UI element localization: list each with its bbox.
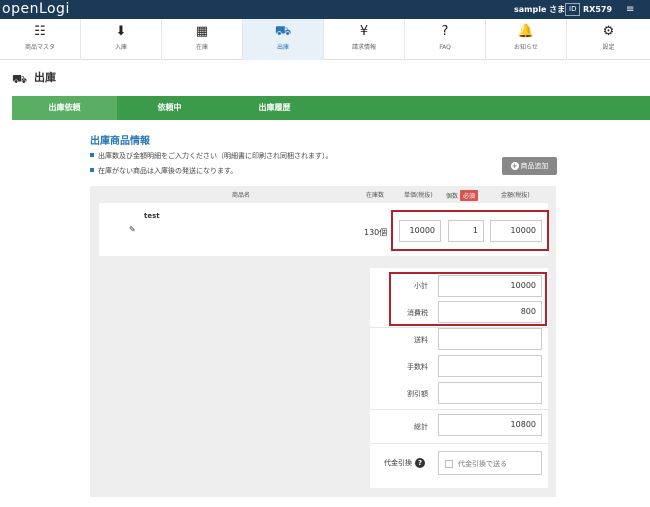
note-text: 在庫がない商品は入庫後の発送になります。 <box>98 167 238 175</box>
total-label: 総計 <box>414 423 428 431</box>
truck-icon: ⛟ <box>274 24 292 39</box>
nav-item-faq[interactable]: ? FAQ <box>405 19 486 60</box>
question-icon: ? <box>441 24 449 39</box>
yen-icon: ¥ <box>359 24 369 39</box>
gear-icon: ⚙ <box>602 24 615 39</box>
bullet-icon <box>90 153 94 157</box>
header-amount: 金額(税抜) <box>501 192 530 199</box>
pencil-icon[interactable]: ✎ <box>129 225 136 234</box>
logo[interactable]: openLogi <box>2 0 70 19</box>
page-title-text: 出庫 <box>34 71 56 84</box>
note-1: 出庫数及び金額明細をご入力ください（明細書に印刷され同梱されます）。 <box>90 151 333 161</box>
outbound-tabs: 出庫依頼 依頼中 出庫履歴 <box>12 96 650 120</box>
nav-label: 商品マスタ <box>24 44 55 51</box>
nav-item-settings[interactable]: ⚙ 設定 <box>567 19 650 60</box>
nav-item-billing[interactable]: ¥ 請求情報 <box>324 19 405 60</box>
cod-checkbox[interactable] <box>445 460 453 468</box>
tab-requesting[interactable]: 依頼中 <box>117 96 222 120</box>
cod-checkbox-label: 代金引換で送る <box>458 460 507 468</box>
inventory-icon: ▦ <box>195 24 209 39</box>
cod-label: 代金引換? <box>384 458 425 468</box>
add-product-label: 商品追加 <box>520 162 549 170</box>
header-unit-price: 単価(税抜) <box>404 192 433 199</box>
discount-label: 割引額 <box>407 390 428 398</box>
cod-label-text: 代金引換 <box>384 459 412 467</box>
add-product-button[interactable]: + 商品追加 <box>502 157 557 175</box>
nav-label: 出庫 <box>276 44 289 51</box>
user-name[interactable]: sample さま <box>514 0 565 19</box>
note-text: 出庫数及び金額明細をご入力ください（明細書に印刷され同梱されます）。 <box>98 152 333 160</box>
total-field[interactable]: 10800 <box>438 414 542 436</box>
highlight-box-row <box>391 210 549 251</box>
nav-item-product-master[interactable]: ☷ 商品マスタ <box>0 19 81 60</box>
tab-outbound-history[interactable]: 出庫履歴 <box>222 96 327 120</box>
divider <box>370 409 548 410</box>
fee-field[interactable] <box>438 355 542 377</box>
nav-item-notices[interactable]: 🔔 お知らせ <box>486 19 567 60</box>
shipping-field[interactable] <box>438 328 542 350</box>
box-in-icon: ⬇ <box>115 24 127 39</box>
nav-label: 在庫 <box>195 44 208 51</box>
note-2: 在庫がない商品は入庫後の発送になります。 <box>90 166 237 176</box>
header-quantity: 個数 必須 <box>446 190 479 201</box>
id-value: RX579 <box>583 5 613 14</box>
nav-label: 設定 <box>602 44 615 51</box>
nav-item-outbound[interactable]: ⛟ 出庫 <box>243 19 324 60</box>
cod-option[interactable]: 代金引換で送る <box>438 451 542 475</box>
product-name: test <box>144 212 160 220</box>
divider <box>370 443 548 444</box>
top-bar: openLogi sample さま ID RX579 ≡ <box>0 0 650 19</box>
nav-label: 入庫 <box>114 44 127 51</box>
main-nav: ☷ 商品マスタ ⬇ 入庫 ▦ 在庫 ⛟ 出庫 ¥ 請求情報 ? FAQ 🔔 お知… <box>0 19 650 60</box>
nav-label: お知らせ <box>514 44 538 51</box>
nav-item-inventory[interactable]: ▦ 在庫 <box>162 19 243 60</box>
required-badge: 必須 <box>460 190 479 201</box>
nav-item-inbound[interactable]: ⬇ 入庫 <box>81 19 162 60</box>
nav-label: FAQ <box>439 44 451 51</box>
help-icon[interactable]: ? <box>415 458 425 468</box>
nav-label: 請求情報 <box>351 44 376 51</box>
bullet-icon <box>90 168 94 172</box>
header-quantity-text: 個数 <box>446 193 459 200</box>
discount-field[interactable] <box>438 382 542 404</box>
shipping-label: 送料 <box>414 336 428 344</box>
fee-label: 手数料 <box>407 363 428 371</box>
stock-count: 130個 <box>364 228 388 237</box>
section-title: 出庫商品情報 <box>90 136 150 147</box>
tab-outbound-request[interactable]: 出庫依頼 <box>12 96 117 120</box>
product-master-icon: ☷ <box>34 24 46 39</box>
hamburger-icon[interactable]: ≡ <box>626 0 634 19</box>
header-stock: 在庫数 <box>366 192 385 199</box>
plus-icon: + <box>510 162 519 170</box>
highlight-box-summary <box>389 272 547 326</box>
truck-icon: ⛟ <box>12 72 28 86</box>
id-label: ID <box>565 3 581 16</box>
bell-icon: 🔔 <box>517 24 535 39</box>
header-product-name: 商品名 <box>232 192 251 199</box>
